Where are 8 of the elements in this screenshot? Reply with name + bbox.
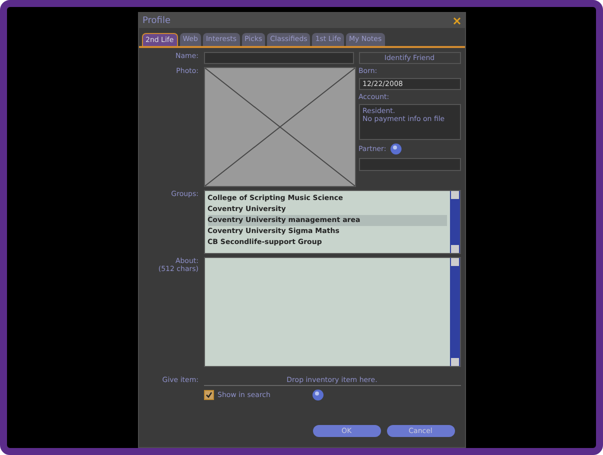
help-icon[interactable] (312, 389, 324, 401)
about-field[interactable] (204, 257, 460, 367)
scrollbar[interactable] (450, 191, 460, 253)
help-icon[interactable] (390, 143, 402, 155)
name-field[interactable] (204, 52, 354, 64)
window-title: Profile (142, 16, 172, 26)
close-icon[interactable] (452, 16, 460, 24)
checkbox[interactable] (204, 390, 214, 400)
